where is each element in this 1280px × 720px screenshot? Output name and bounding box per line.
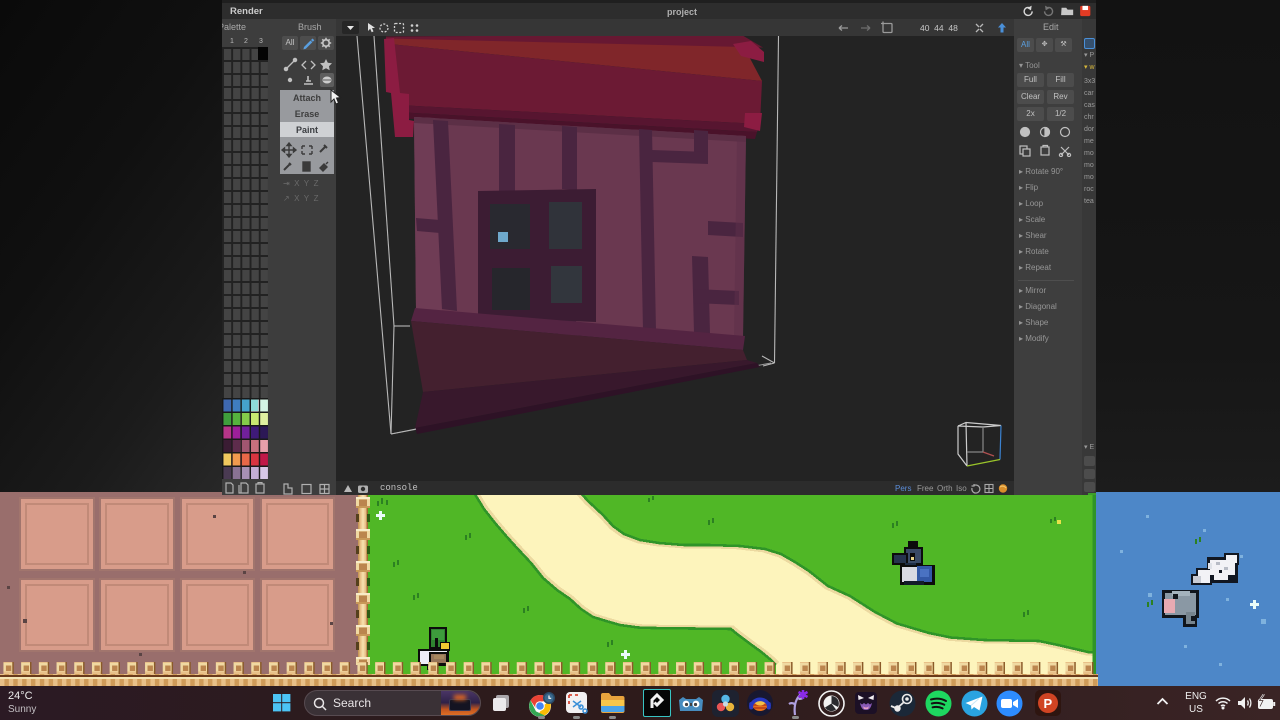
svg-text:P: P <box>1044 696 1053 711</box>
svg-text:40 44 48: 40 44 48 <box>920 23 958 33</box>
